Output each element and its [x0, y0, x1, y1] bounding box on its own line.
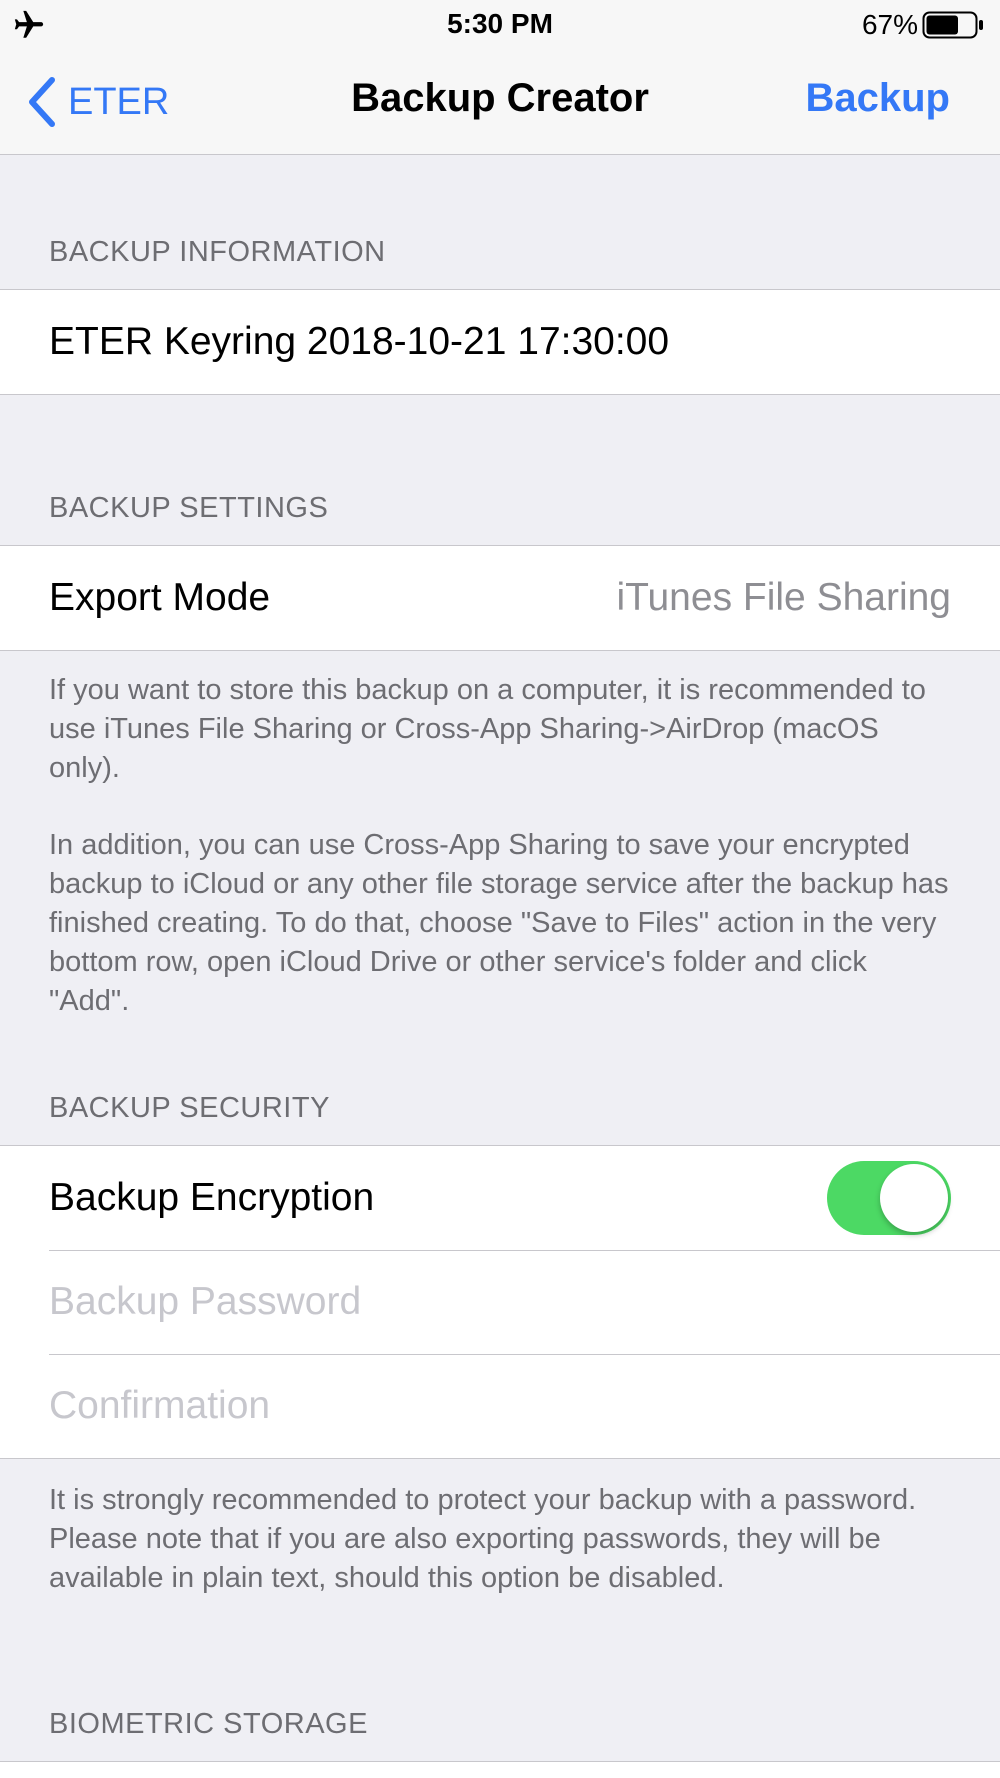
- backup-encryption-toggle[interactable]: [827, 1161, 951, 1235]
- battery-icon: [922, 11, 983, 39]
- export-mode-label: Export Mode: [49, 576, 271, 619]
- backup-settings-footer-paragraph-2: In addition, you can use Cross-App Shari…: [49, 829, 949, 1017]
- toggle-knob[interactable]: [880, 1164, 948, 1232]
- backup-button[interactable]: Backup: [806, 76, 951, 121]
- confirmation-field[interactable]: [49, 1384, 951, 1428]
- backup-name: ETER Keyring 2018-10-21 17:30:00: [49, 320, 670, 363]
- status-time: 5:30 PM: [447, 8, 553, 39]
- status-bar: 5:30 PM 67%: [0, 0, 1000, 50]
- backup-security-group: Backup Encryption: [0, 1145, 1000, 1459]
- section-header-biometric-storage: BIOMETRIC STORAGE: [49, 1708, 368, 1740]
- backup-password-cell[interactable]: [0, 1250, 1000, 1354]
- backup-encryption-cell: Backup Encryption: [0, 1146, 1000, 1250]
- backup-creator-screen: 5:30 PM 67% ETER Backup Creator Backup B…: [0, 0, 1000, 1778]
- section-header-backup-settings: BACKUP SETTINGS: [49, 492, 329, 524]
- navigation-bar: ETER Backup Creator Backup: [0, 50, 1000, 155]
- export-mode-cell[interactable]: Export Mode iTunes File Sharing: [0, 546, 1000, 650]
- backup-settings-footer-paragraph-1: If you want to store this backup on a co…: [49, 674, 926, 784]
- section-header-backup-information: BACKUP INFORMATION: [49, 236, 386, 268]
- export-mode-value: iTunes File Sharing: [616, 576, 951, 619]
- backup-name-cell[interactable]: ETER Keyring 2018-10-21 17:30:00: [0, 290, 1000, 394]
- backup-encryption-label: Backup Encryption: [49, 1176, 375, 1219]
- backup-settings-group: Export Mode iTunes File Sharing: [0, 545, 1000, 651]
- biometric-storage-group: [0, 1761, 1000, 1778]
- backup-information-group: ETER Keyring 2018-10-21 17:30:00: [0, 289, 1000, 395]
- battery-level-fill: [926, 15, 958, 35]
- confirmation-cell[interactable]: [0, 1354, 1000, 1458]
- battery-percentage: 67%: [861, 9, 918, 40]
- backup-password-field[interactable]: [49, 1280, 951, 1324]
- backup-security-footer: It is strongly recommended to protect yo…: [49, 1484, 917, 1594]
- section-header-backup-security: BACKUP SECURITY: [49, 1092, 330, 1124]
